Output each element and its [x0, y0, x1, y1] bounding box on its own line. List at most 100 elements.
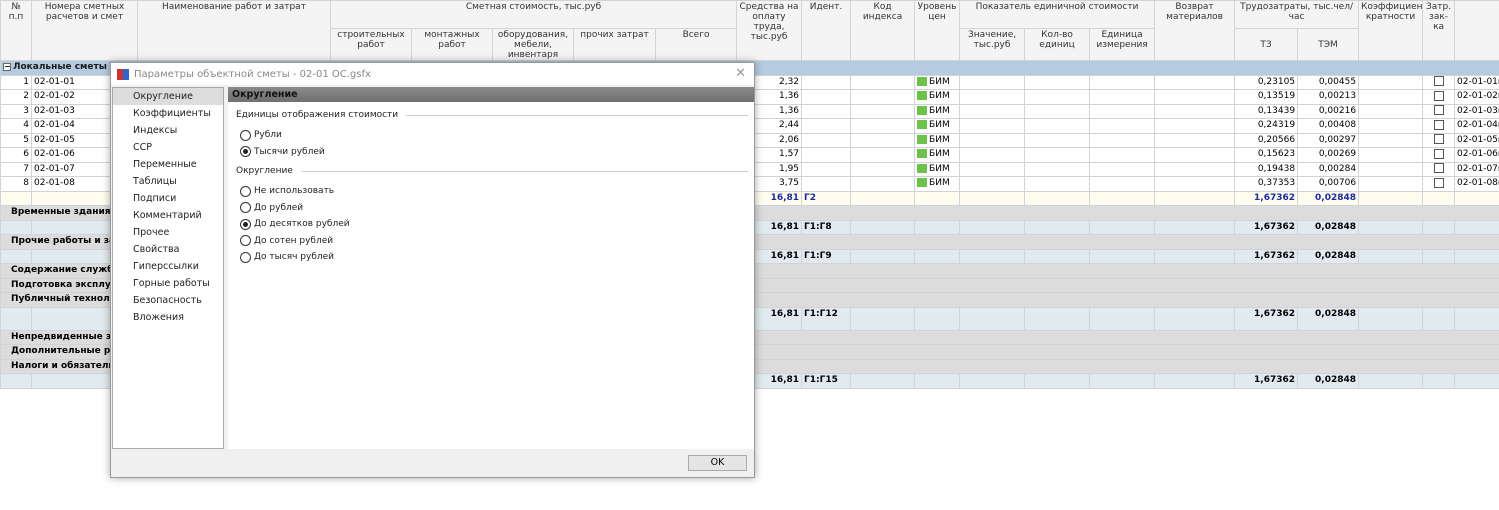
row-num[interactable]: 4 [0, 118, 32, 134]
row-tz[interactable]: 0,24319 [1234, 118, 1299, 134]
cell[interactable] [1089, 176, 1156, 192]
header-total[interactable]: Всего [654, 28, 738, 61]
row-extra[interactable]: 02-01-04из [1454, 118, 1499, 134]
row-price-level[interactable]: БИМ [914, 118, 961, 134]
row-ident[interactable] [801, 132, 852, 148]
header-equip[interactable]: оборудования, мебели, инвентаря [492, 28, 574, 61]
row-tem[interactable]: 0,00408 [1297, 118, 1360, 134]
cell[interactable] [1154, 103, 1236, 119]
row-price-level[interactable]: БИМ [914, 176, 961, 192]
cell[interactable] [1089, 89, 1156, 105]
rounding-radio[interactable]: До тысяч рублей [240, 249, 754, 266]
radio-icon[interactable] [240, 146, 251, 158]
cell[interactable] [959, 74, 1026, 90]
row-index-code[interactable] [850, 147, 916, 163]
cell[interactable] [1024, 74, 1091, 90]
row-coef[interactable] [1358, 147, 1424, 163]
nav-item[interactable]: Горные работы [113, 275, 223, 292]
row-customer[interactable] [1422, 118, 1456, 134]
row-index-code[interactable] [850, 176, 916, 192]
row-tem[interactable]: 0,00284 [1297, 161, 1360, 177]
cell[interactable] [1024, 118, 1091, 134]
cell[interactable] [1154, 74, 1236, 90]
header-wages[interactable]: Средства на оплату труда, тыс.руб [736, 0, 803, 61]
cell[interactable] [959, 132, 1026, 148]
row-num[interactable]: 6 [0, 147, 32, 163]
nav-item[interactable]: Безопасность [113, 292, 223, 309]
row-ident[interactable] [801, 74, 852, 90]
row-coef[interactable] [1358, 118, 1424, 134]
row-coef[interactable] [1358, 89, 1424, 105]
radio-icon[interactable] [240, 251, 251, 263]
nav-item[interactable]: Округление [113, 88, 223, 105]
row-price-level[interactable]: БИМ [914, 132, 961, 148]
units-radio[interactable]: Тысячи рублей [240, 144, 754, 161]
row-tz[interactable]: 0,20566 [1234, 132, 1299, 148]
header-unit-measure[interactable]: Единица измерения [1089, 28, 1156, 61]
cell[interactable] [1089, 147, 1156, 163]
row-coef[interactable] [1358, 132, 1424, 148]
nav-item[interactable]: Гиперссылки [113, 258, 223, 275]
row-index-code[interactable] [850, 89, 916, 105]
rounding-radio[interactable]: До рублей [240, 200, 754, 217]
row-customer[interactable] [1422, 89, 1456, 105]
row-tem[interactable]: 0,00216 [1297, 103, 1360, 119]
row-tz[interactable]: 0,23105 [1234, 74, 1299, 90]
header-index-code[interactable]: Код индекса [850, 0, 916, 61]
header-unit-count[interactable]: Кол-во единиц [1024, 28, 1091, 61]
checkbox[interactable] [1433, 177, 1444, 188]
header-customer[interactable]: Затр. зак-ка [1422, 0, 1456, 61]
row-price-level[interactable]: БИМ [914, 161, 961, 177]
row-extra[interactable]: 02-01-08из [1454, 176, 1499, 192]
row-coef[interactable] [1358, 103, 1424, 119]
row-price-level[interactable]: БИМ [914, 74, 961, 90]
header-tz[interactable]: ТЗ [1234, 28, 1299, 61]
row-index-code[interactable] [850, 161, 916, 177]
radio-icon[interactable] [240, 185, 251, 197]
row-customer[interactable] [1422, 147, 1456, 163]
header-mount[interactable]: монтажных работ [411, 28, 493, 61]
checkbox[interactable] [1433, 119, 1444, 130]
radio-icon[interactable] [240, 218, 251, 230]
header-ident[interactable]: Идент. [801, 0, 852, 61]
row-coef[interactable] [1358, 176, 1424, 192]
nav-item[interactable]: Вложения [113, 309, 223, 326]
row-ident[interactable] [801, 118, 852, 134]
header-extra[interactable] [1454, 0, 1499, 61]
row-index-code[interactable] [850, 74, 916, 90]
row-customer[interactable] [1422, 161, 1456, 177]
row-index-code[interactable] [850, 132, 916, 148]
radio-icon[interactable] [240, 202, 251, 214]
cell[interactable] [959, 161, 1026, 177]
row-extra[interactable]: 02-01-07из [1454, 161, 1499, 177]
cell[interactable] [959, 103, 1026, 119]
radio-icon[interactable] [240, 235, 251, 247]
header-price-level[interactable]: Уровень цен [914, 0, 961, 61]
cell[interactable] [1154, 132, 1236, 148]
row-price-level[interactable]: БИМ [914, 103, 961, 119]
checkbox[interactable] [1433, 163, 1444, 174]
row-num[interactable]: 1 [0, 74, 32, 90]
cell[interactable] [1024, 89, 1091, 105]
nav-item[interactable]: Коэффициенты [113, 105, 223, 122]
cell[interactable] [1154, 118, 1236, 134]
ok-button[interactable]: OK [688, 455, 747, 471]
row-ident[interactable] [801, 176, 852, 192]
row-price-level[interactable]: БИМ [914, 147, 961, 163]
row-ident[interactable] [801, 147, 852, 163]
row-num[interactable]: 3 [0, 103, 32, 119]
cell[interactable] [1024, 103, 1091, 119]
checkbox[interactable] [1433, 76, 1444, 87]
collapse-icon[interactable]: − [3, 63, 11, 72]
rounding-radio[interactable]: До десятков рублей [240, 216, 754, 233]
cell[interactable] [1154, 147, 1236, 163]
row-num[interactable]: 8 [0, 176, 32, 192]
cell[interactable] [1024, 147, 1091, 163]
row-tz[interactable]: 0,19438 [1234, 161, 1299, 177]
row-tem[interactable]: 0,00706 [1297, 176, 1360, 192]
rounding-radio[interactable]: До сотен рублей [240, 233, 754, 250]
header-coef[interactable]: Коэффициент кратности [1358, 0, 1424, 61]
row-customer[interactable] [1422, 132, 1456, 148]
cell[interactable] [1089, 161, 1156, 177]
row-tz[interactable]: 0,15623 [1234, 147, 1299, 163]
